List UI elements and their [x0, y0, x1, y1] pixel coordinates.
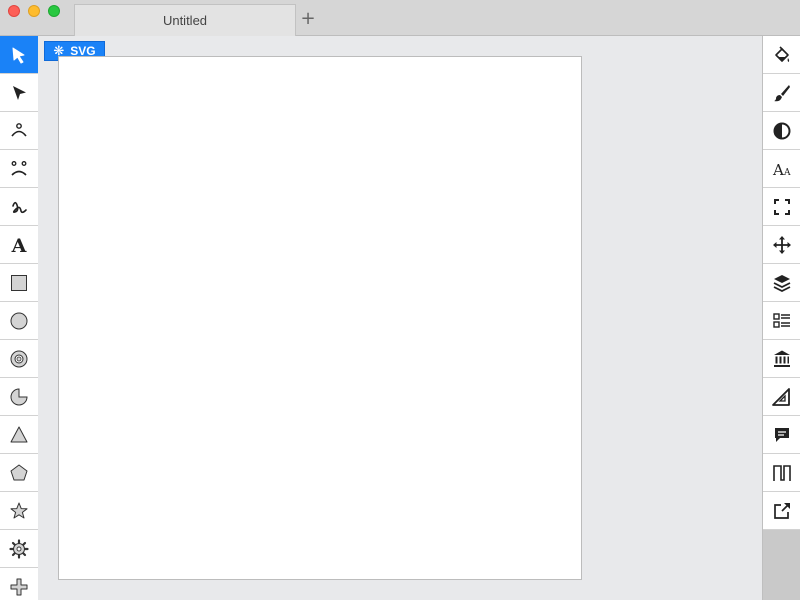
rectangle-icon [11, 274, 27, 291]
comment-icon [775, 427, 789, 442]
polygon-tool[interactable] [0, 454, 38, 492]
star-tool[interactable] [0, 492, 38, 530]
squiggle-icon [12, 201, 27, 213]
node-edit-tool[interactable] [0, 74, 38, 112]
fullscreen-icon [774, 198, 790, 215]
export-tool[interactable] [763, 492, 800, 530]
fullscreen-tool[interactable] [763, 188, 800, 226]
minimize-window-button[interactable] [28, 5, 40, 17]
close-window-button[interactable] [8, 5, 20, 17]
waveform-tool[interactable] [763, 454, 800, 492]
text-a-icon: A [11, 235, 27, 255]
freehand-tool[interactable] [0, 188, 38, 226]
pie-tool[interactable] [0, 378, 38, 416]
cross-icon [10, 578, 28, 595]
svg-text:A: A [783, 168, 791, 178]
comments-tool[interactable] [763, 416, 800, 454]
circle-icon [10, 312, 28, 329]
measure-tool[interactable] [763, 378, 800, 416]
document-tab[interactable]: Untitled [74, 4, 296, 36]
layers-icon [773, 274, 791, 292]
gear-tool[interactable] [0, 530, 38, 568]
select-tool[interactable] [0, 36, 38, 74]
list-tool[interactable] [763, 302, 800, 340]
new-tab-button[interactable]: + [298, 9, 318, 29]
path-tool[interactable] [0, 112, 38, 150]
ring-tool[interactable] [0, 340, 38, 378]
bezier-tool[interactable] [0, 150, 38, 188]
arrow-cursor-icon [12, 47, 25, 63]
font-size-icon: A A [772, 161, 791, 179]
title-bar: Untitled + [0, 0, 800, 36]
external-link-icon [774, 502, 790, 519]
stroke-tool[interactable] [763, 74, 800, 112]
ellipse-tool[interactable] [0, 302, 38, 340]
ring-icon [10, 350, 28, 367]
gear-icon [9, 538, 29, 559]
fill-tool[interactable] [763, 36, 800, 74]
list-icon [773, 312, 790, 328]
transform-tool[interactable] [763, 226, 800, 264]
set-square-icon [772, 387, 790, 406]
cross-tool[interactable] [0, 568, 38, 600]
paint-bucket-icon [775, 45, 790, 62]
drawing-canvas[interactable] [58, 56, 582, 580]
bank-icon [774, 350, 790, 367]
bezier-nodes-icon [11, 160, 27, 176]
star-icon [10, 502, 28, 518]
rectangle-tool[interactable] [0, 264, 38, 302]
brush-icon [774, 84, 790, 101]
layers-tool[interactable] [763, 264, 800, 302]
triangle-icon [10, 426, 28, 442]
svg-text:A: A [11, 235, 27, 255]
text-tool[interactable]: A [0, 226, 38, 264]
square-wave-icon [773, 464, 791, 481]
opacity-tool[interactable] [763, 112, 800, 150]
typography-tool[interactable]: A A [763, 150, 800, 188]
right-toolbar: A A [762, 36, 800, 600]
library-tool[interactable] [763, 340, 800, 378]
arrow-pointer-icon [13, 85, 26, 100]
pie-icon [10, 387, 28, 405]
svg-text:A: A [772, 161, 784, 179]
zoom-window-button[interactable] [48, 5, 60, 17]
triangle-tool[interactable] [0, 416, 38, 454]
contrast-icon [773, 122, 791, 139]
left-toolbar: A [0, 36, 38, 600]
path-node-icon [11, 122, 27, 137]
tab-title: Untitled [162, 13, 208, 28]
pentagon-icon [10, 464, 28, 480]
move-arrows-icon [773, 235, 791, 254]
